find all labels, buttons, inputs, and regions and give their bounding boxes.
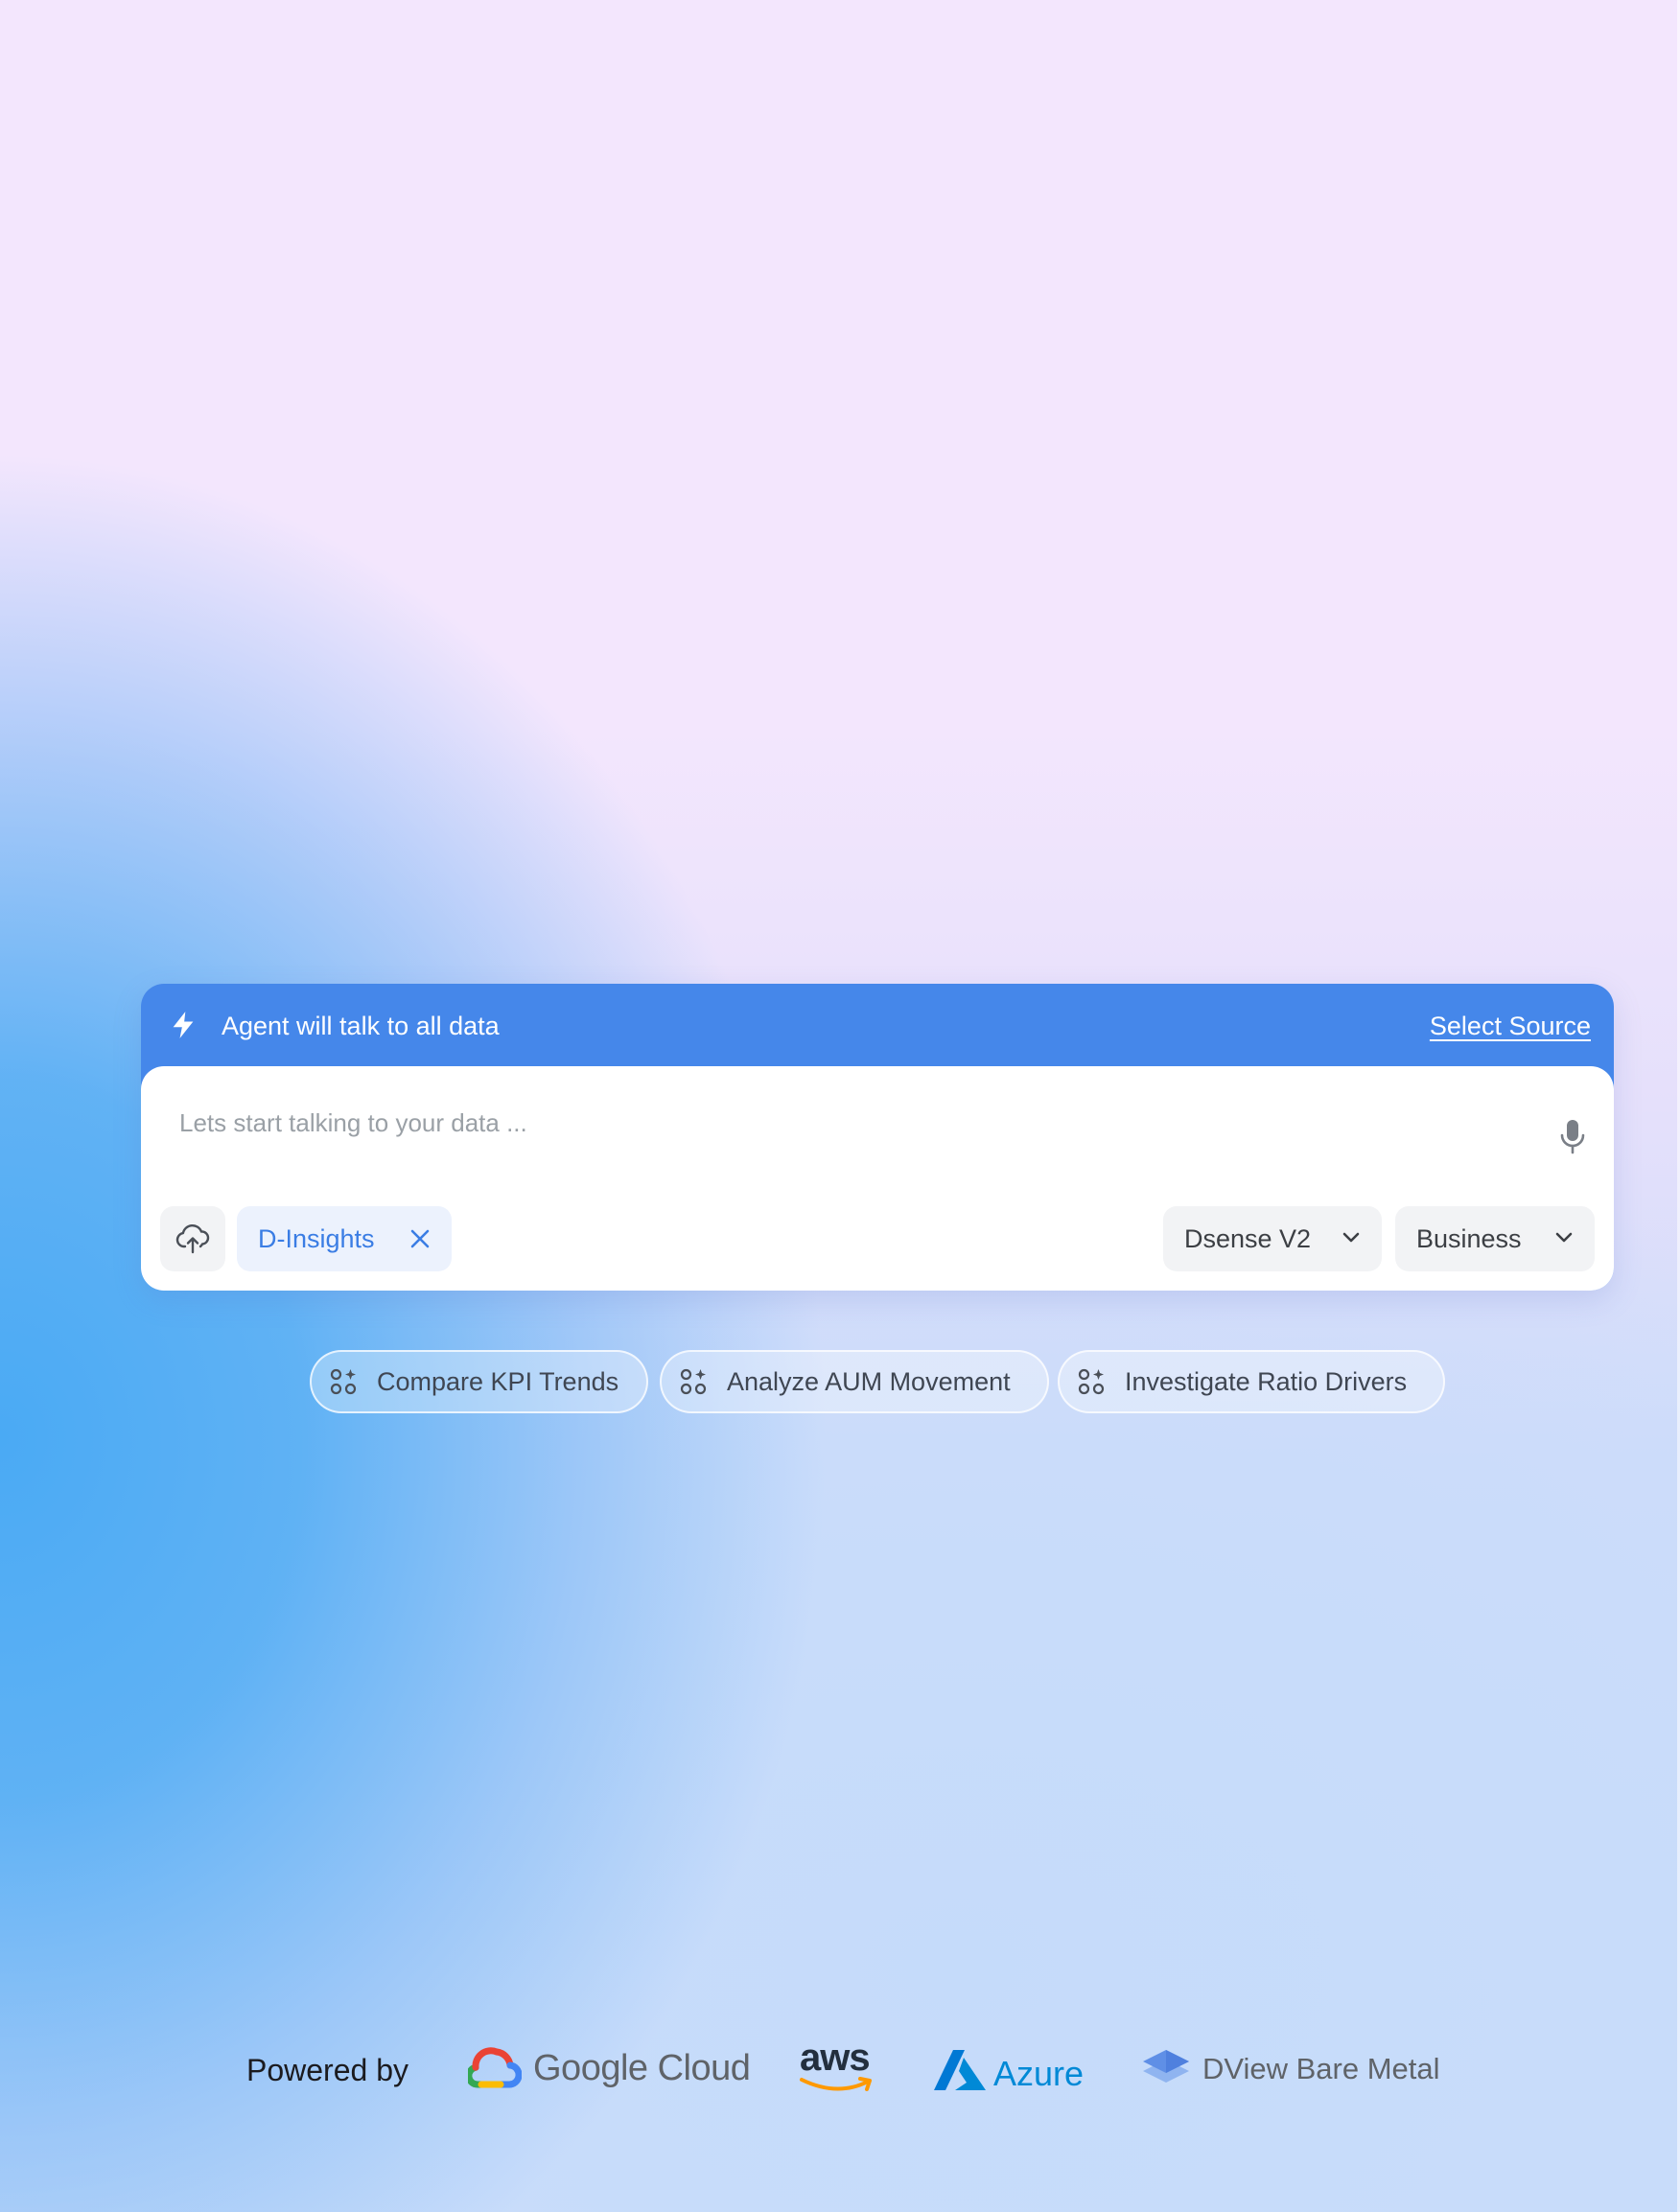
suggestion-pill-compare-kpi-trends[interactable]: Compare KPI Trends	[310, 1350, 648, 1413]
model-dropdown-value: Dsense V2	[1184, 1223, 1312, 1253]
agent-scope-text: Agent will talk to all data	[222, 1012, 500, 1040]
dview-bare-metal-wordmark: DView Bare Metal	[1202, 2052, 1440, 2085]
upload-button[interactable]	[160, 1206, 225, 1271]
microphone-icon[interactable]	[1558, 1118, 1587, 1154]
chat-composer-card: Agent will talk to all data Select Sourc…	[141, 984, 1614, 1291]
powered-by-label: Powered by	[246, 2053, 408, 2087]
google-cloud-logo-icon	[468, 2047, 522, 2088]
cloud-upload-icon	[175, 1223, 210, 1254]
azure-logo-icon	[934, 2050, 986, 2090]
close-icon[interactable]	[409, 1228, 431, 1249]
suggestion-label: Investigate Ratio Drivers	[1125, 1366, 1408, 1396]
composer-body: D-Insights Dsense V2 Business	[141, 1066, 1614, 1291]
google-cloud-wordmark: Google Cloud	[533, 2048, 751, 2088]
suggestion-pill-investigate-ratio-drivers[interactable]: Investigate Ratio Drivers	[1058, 1350, 1445, 1413]
lightning-bolt-icon	[173, 1012, 194, 1038]
suggestion-pill-analyze-aum-movement[interactable]: Analyze AUM Movement	[660, 1350, 1049, 1413]
prompt-input[interactable]	[177, 1101, 1505, 1145]
data-source-chip: D-Insights	[237, 1206, 452, 1271]
agent-banner: Agent will talk to all data Select Sourc…	[141, 984, 1614, 1066]
dview-bare-metal-logo-icon	[1143, 2050, 1189, 2083]
aws-smile-icon	[800, 2077, 872, 2091]
sparkle-grid-icon	[330, 1368, 357, 1395]
mode-dropdown[interactable]: Business	[1395, 1206, 1595, 1271]
sparkle-grid-icon	[680, 1368, 707, 1395]
azure-wordmark: Azure	[993, 2054, 1085, 2093]
chevron-down-icon	[1555, 1232, 1573, 1243]
select-source-link[interactable]: Select Source	[1430, 1011, 1591, 1041]
sparkle-grid-icon	[1078, 1368, 1105, 1395]
model-dropdown[interactable]: Dsense V2	[1163, 1206, 1382, 1271]
chevron-down-icon	[1342, 1232, 1360, 1243]
suggestion-label: Analyze AUM Movement	[727, 1366, 1011, 1396]
data-source-chip-label: D-Insights	[258, 1223, 375, 1253]
mode-dropdown-value: Business	[1416, 1223, 1522, 1253]
suggestion-label: Compare KPI Trends	[377, 1366, 619, 1396]
